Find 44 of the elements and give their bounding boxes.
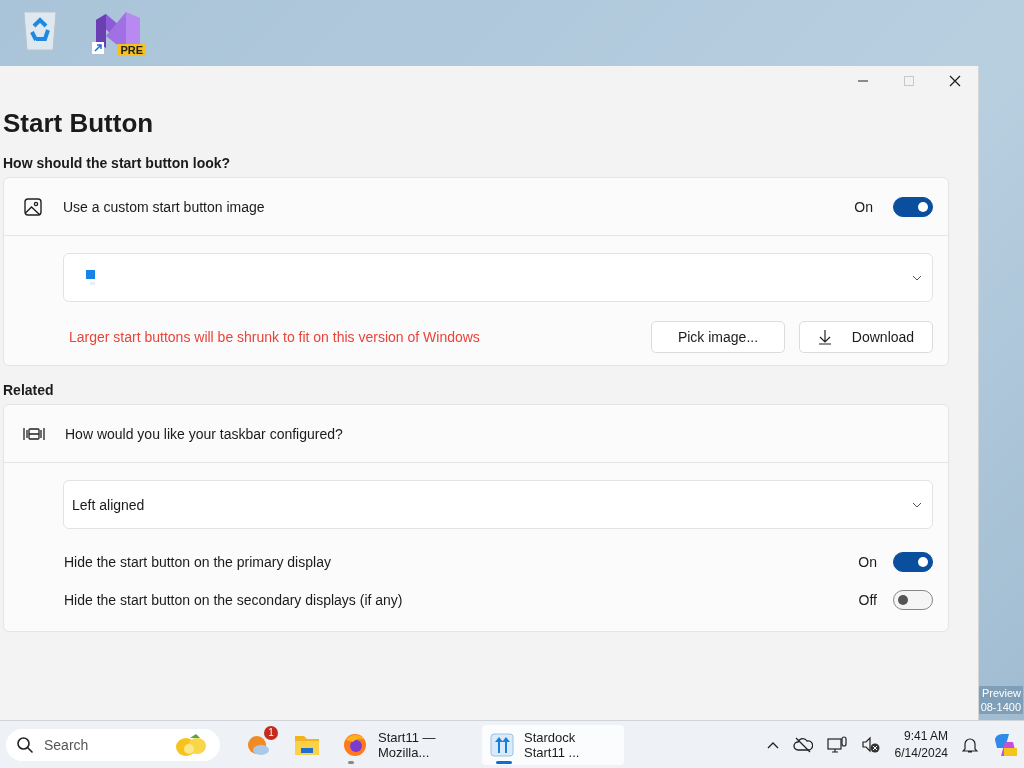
search-bar[interactable]: Search [6, 728, 220, 761]
download-button[interactable]: Download [799, 321, 933, 353]
toggle-switch[interactable] [893, 552, 933, 572]
close-icon [949, 75, 961, 87]
setting-label: Hide the start button on the primary display [63, 554, 332, 570]
network-icon[interactable] [826, 735, 847, 754]
chevron-down-icon [912, 274, 922, 281]
speaker-muted-icon[interactable] [860, 735, 881, 754]
toggle-state-label: On [854, 198, 873, 215]
chevron-down-icon [912, 501, 922, 508]
warning-text: Larger start buttons will be shrunk to fit on this version of Windows [69, 329, 481, 345]
copilot-icon[interactable] [992, 731, 1018, 758]
lemon-icon [174, 731, 208, 758]
section-heading: Related [3, 382, 55, 398]
notification-badge: 1 [264, 725, 278, 740]
browser-icon [342, 731, 368, 758]
setting-label: Hide the start button on the secondary displays (if any) [63, 592, 404, 608]
preview-badge: PRE [117, 44, 146, 56]
toggle-state-label: On [858, 554, 877, 570]
dropdown[interactable]: Left aligned [63, 480, 933, 529]
section-heading: How should the start button look? [3, 155, 232, 171]
setting-label: How would you like your taskbar configured? [65, 425, 344, 442]
download-icon [817, 329, 832, 345]
cloud-off-icon[interactable] [792, 736, 813, 753]
chevron-up-icon[interactable] [766, 740, 779, 749]
pick-image-button[interactable]: Pick image... [651, 321, 785, 353]
bell-icon[interactable] [962, 735, 978, 754]
taskbar-icon-button[interactable]: 1 [238, 724, 280, 765]
clock[interactable]: 9:41 AM 6/14/2024 [894, 727, 948, 762]
page-title: Start Button [3, 108, 155, 139]
watermark-text: 08-1400 [980, 700, 1021, 714]
start11-icon [490, 732, 514, 757]
taskbar-app-button[interactable]: Start11 — Mozilla... [334, 724, 476, 765]
watermark-text: Preview [981, 686, 1021, 700]
setting-label: Use a custom start button image [63, 198, 266, 215]
taskbar-icon [23, 425, 45, 442]
taskbar-app-button[interactable]: Stardock Start11 ... [482, 724, 624, 765]
toggle-state-label: Off [858, 592, 877, 608]
maximize-icon [903, 75, 915, 87]
toggle-switch[interactable] [893, 196, 933, 217]
toggle-switch[interactable] [893, 590, 933, 610]
search-field[interactable]: Search [42, 735, 166, 754]
search-icon [16, 735, 34, 754]
image-icon [23, 196, 43, 217]
